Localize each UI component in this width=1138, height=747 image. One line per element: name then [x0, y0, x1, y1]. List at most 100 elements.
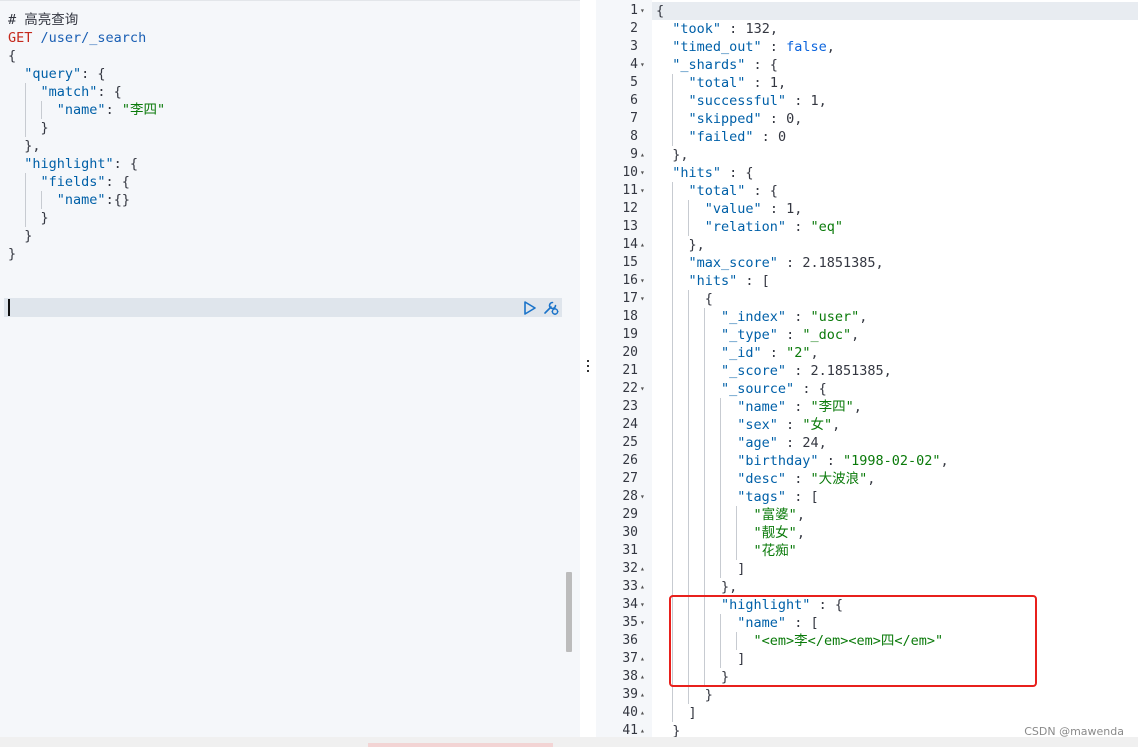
json-key: "relation"	[704, 219, 787, 235]
json-key: "_id"	[721, 345, 762, 361]
fold-collapse-icon[interactable]: ▾	[640, 380, 645, 398]
fold-end-icon[interactable]: ▴	[640, 650, 645, 668]
line-number: 2	[596, 20, 652, 38]
json-string: "靓女"	[753, 525, 797, 541]
line-number: 13	[596, 218, 652, 236]
request-line: "name": "李四"	[8, 101, 165, 119]
line-number-label: 30	[622, 525, 638, 540]
line-number-label: 35	[622, 615, 638, 630]
pane-resize-handle[interactable]	[580, 0, 596, 737]
line-number: 25	[596, 434, 652, 452]
line-number-label: 39	[622, 687, 638, 702]
json-key: "hits"	[672, 165, 722, 181]
fold-collapse-icon[interactable]: ▾	[640, 182, 645, 200]
json-key: "_score"	[721, 363, 787, 379]
bottom-strip	[0, 737, 1138, 747]
json-string: "eq"	[810, 219, 843, 235]
line-number: 26	[596, 452, 652, 470]
json-key: "query"	[24, 66, 82, 82]
line-number: 29	[596, 506, 652, 524]
request-line: {	[8, 48, 17, 64]
json-key: "successful"	[688, 93, 787, 109]
highlight-annotation-box	[669, 595, 1037, 687]
request-code[interactable]: # 高亮查询 GET /user/_search { "query": { "m…	[8, 11, 165, 263]
json-string: "李四"	[810, 399, 854, 415]
line-number: 30	[596, 524, 652, 542]
line-number-label: 36	[622, 633, 638, 648]
request-line: "match": {	[8, 83, 165, 101]
request-editor[interactable]: # 高亮查询 GET /user/_search { "query": { "m…	[0, 0, 580, 738]
json-string: "大波浪"	[810, 471, 868, 487]
line-number: 17 ▾	[596, 290, 652, 308]
json-number: 1	[769, 75, 778, 91]
fold-end-icon[interactable]: ▴	[640, 686, 645, 704]
fold-end-icon[interactable]: ▴	[640, 722, 645, 737]
json-number: 1	[810, 93, 819, 109]
json-key: "highlight"	[24, 156, 114, 172]
json-key: "_type"	[721, 327, 778, 343]
fold-collapse-icon[interactable]: ▾	[640, 596, 645, 614]
json-key: "took"	[672, 21, 722, 37]
json-string: "2"	[786, 345, 811, 361]
text-cursor	[8, 299, 10, 316]
json-string: "花痴"	[753, 543, 797, 559]
fold-collapse-icon[interactable]: ▾	[640, 272, 645, 290]
json-key: "failed"	[688, 129, 754, 145]
fold-collapse-icon[interactable]: ▾	[640, 164, 645, 182]
json-key: "match"	[40, 84, 98, 100]
line-number-label: 17	[622, 291, 638, 306]
line-number: 32 ▴	[596, 560, 652, 578]
fold-end-icon[interactable]: ▴	[640, 560, 645, 578]
fold-end-icon[interactable]: ▴	[640, 668, 645, 686]
line-number: 35 ▾	[596, 614, 652, 632]
line-number-label: 11	[622, 183, 638, 198]
line-number-label: 18	[622, 309, 638, 324]
line-number-label: 21	[622, 363, 638, 378]
play-icon[interactable]	[523, 301, 537, 315]
fold-end-icon[interactable]: ▴	[640, 578, 645, 596]
json-key: "max_score"	[688, 255, 778, 271]
fold-end-icon[interactable]: ▴	[640, 704, 645, 722]
json-number: 0	[786, 111, 795, 127]
fold-collapse-icon[interactable]: ▾	[640, 488, 645, 506]
line-number-label: 38	[622, 669, 638, 684]
json-number: 0	[777, 129, 787, 145]
json-boolean: false	[786, 39, 827, 55]
line-number-label: 29	[622, 507, 638, 522]
request-line: "highlight": {	[24, 156, 139, 172]
scrollbar-thumb[interactable]	[566, 572, 572, 652]
json-key: "timed_out"	[672, 39, 762, 55]
fold-end-icon[interactable]: ▴	[640, 236, 645, 254]
fold-collapse-icon[interactable]: ▾	[640, 614, 645, 632]
line-number-label: 25	[622, 435, 638, 450]
request-line: }	[24, 228, 33, 244]
fold-collapse-icon[interactable]: ▾	[640, 56, 645, 74]
fold-collapse-icon[interactable]: ▾	[640, 2, 645, 20]
json-number: 1	[786, 201, 795, 217]
line-number-label: 28	[622, 489, 638, 504]
fold-end-icon[interactable]: ▴	[640, 146, 645, 164]
fold-collapse-icon[interactable]: ▾	[640, 290, 645, 308]
json-key: "_shards"	[672, 57, 746, 73]
wrench-icon[interactable]	[542, 300, 560, 316]
line-number: 34 ▾	[596, 596, 652, 614]
line-number-label: 8	[630, 129, 638, 144]
request-line: }	[8, 246, 17, 262]
line-number-label: 16	[622, 273, 638, 288]
line-number: 39 ▴	[596, 686, 652, 704]
line-number-label: 37	[622, 651, 638, 666]
line-number-label: 13	[622, 219, 638, 234]
line-number-label: 2	[630, 21, 638, 36]
watermark: CSDN @mawenda	[1024, 725, 1124, 738]
json-key: "name"	[56, 192, 106, 208]
json-key: "_index"	[721, 309, 787, 325]
json-key: "name"	[737, 399, 787, 415]
line-number-label: 22	[622, 381, 638, 396]
line-number-label: 6	[630, 93, 638, 108]
line-number: 7	[596, 110, 652, 128]
line-number-label: 14	[622, 237, 638, 252]
request-line: }	[8, 119, 165, 137]
line-number-label: 20	[622, 345, 638, 360]
request-line: }	[8, 209, 165, 227]
json-key: "age"	[737, 435, 778, 451]
